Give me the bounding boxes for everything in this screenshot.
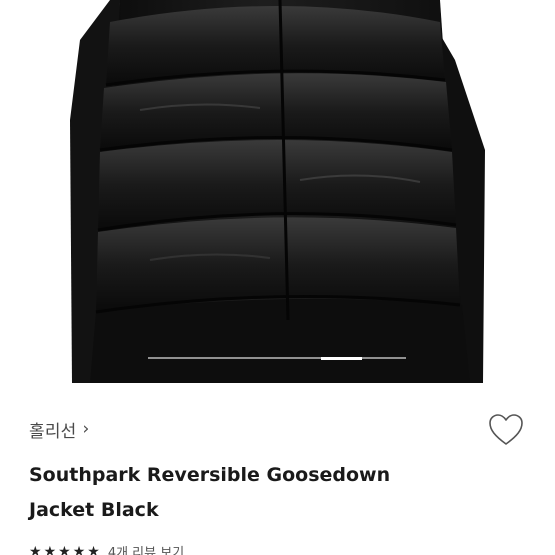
- rating-stars: ★ ★ ★ ★ ★: [29, 545, 100, 555]
- star-icon: ★: [43, 543, 57, 555]
- brand-name: 홀리선: [29, 422, 77, 442]
- review-link[interactable]: 4개 리뷰 보기: [108, 542, 184, 555]
- star-icon: ★: [58, 543, 71, 555]
- product-title: Southpark Reversible Goosedown Jacket Bl…: [29, 464, 391, 521]
- wishlist-button[interactable]: [487, 412, 525, 448]
- jacket-photo: [0, 0, 555, 383]
- brand-link[interactable]: 홀리선 ›: [29, 417, 90, 443]
- rating-row: ★ ★ ★ ★ ★ 4개 리뷰 보기: [29, 542, 184, 555]
- product-page: 홀리선 › Southpark Reversible Goosedown Jac…: [0, 0, 555, 555]
- product-image-gallery[interactable]: [0, 0, 555, 383]
- chevron-right-icon: ›: [82, 419, 90, 439]
- gallery-pager-thumb: [320, 356, 363, 360]
- star-icon: ★: [72, 543, 86, 555]
- heart-icon: [489, 414, 523, 445]
- star-icon: ★: [87, 543, 100, 555]
- gallery-pager: [148, 356, 406, 360]
- star-icon: ★: [29, 543, 42, 555]
